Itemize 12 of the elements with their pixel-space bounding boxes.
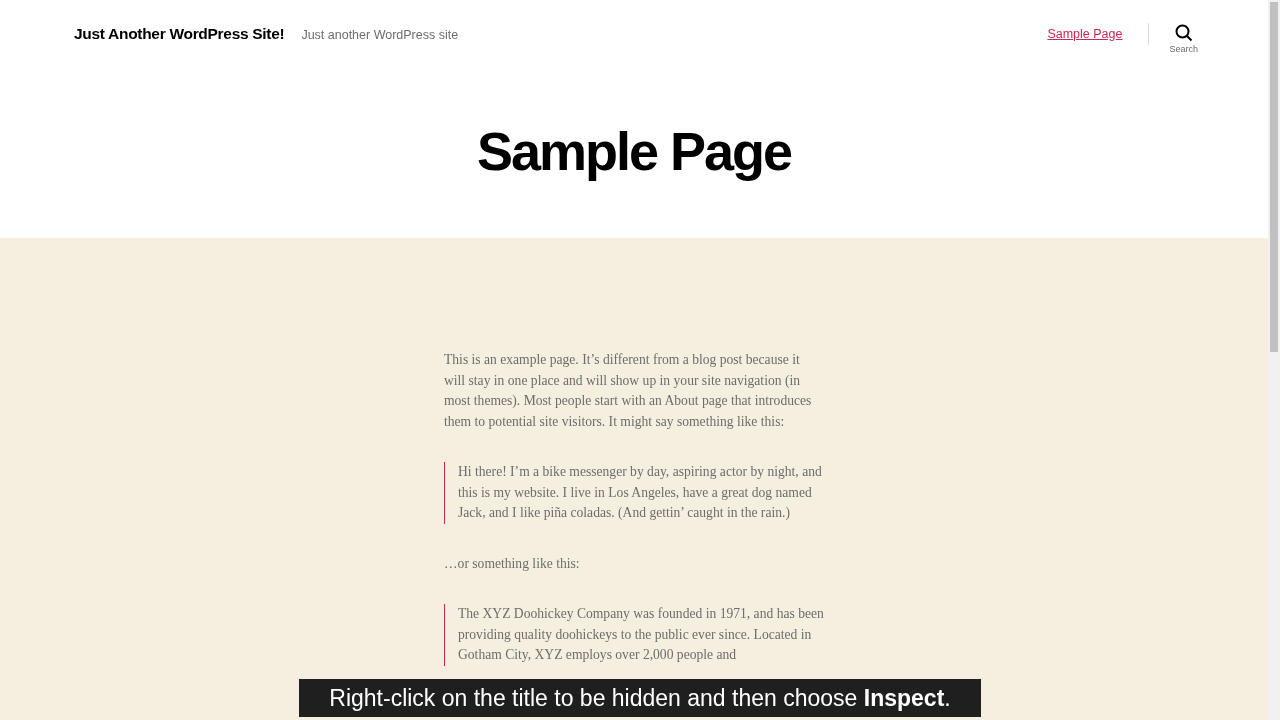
video-caption: Right-click on the title to be hidden and then choose Inspect. [329,684,951,712]
page-title: Sample Page [476,120,792,182]
site-title[interactable]: Just Another WordPress Site! [74,25,285,43]
paragraph: …or something like this: [444,554,581,573]
nav-link[interactable]: Sample Page [1047,27,1123,41]
search-button[interactable]: Search [1169,24,1198,54]
scrollbar[interactable] [1268,0,1280,720]
search-icon [1174,24,1193,42]
site-tagline: Just another WordPress site [301,28,459,42]
block-quote: Hi there! I’m a bike messenger by day, aspiring actor by night, and this is my website. I live in Los Angeles, have a great dog named Jack, and I like piña coladas. (And gettin’ caught in the rain.) [444,462,829,524]
block-quote: The XYZ Doohickey Company was founded in 1971, and has been providing quality doohickeys to the public ever since. Located in Gotham City, XYZ employs over 2,000 people and [444,604,829,666]
paragraph: This is an example page. It’s different from a blog post because it will stay in one place and will show up in your site navigation (in most themes). Most people start with an About page that introduces them to potential site visitors. It might say something like this: [444,351,813,431]
